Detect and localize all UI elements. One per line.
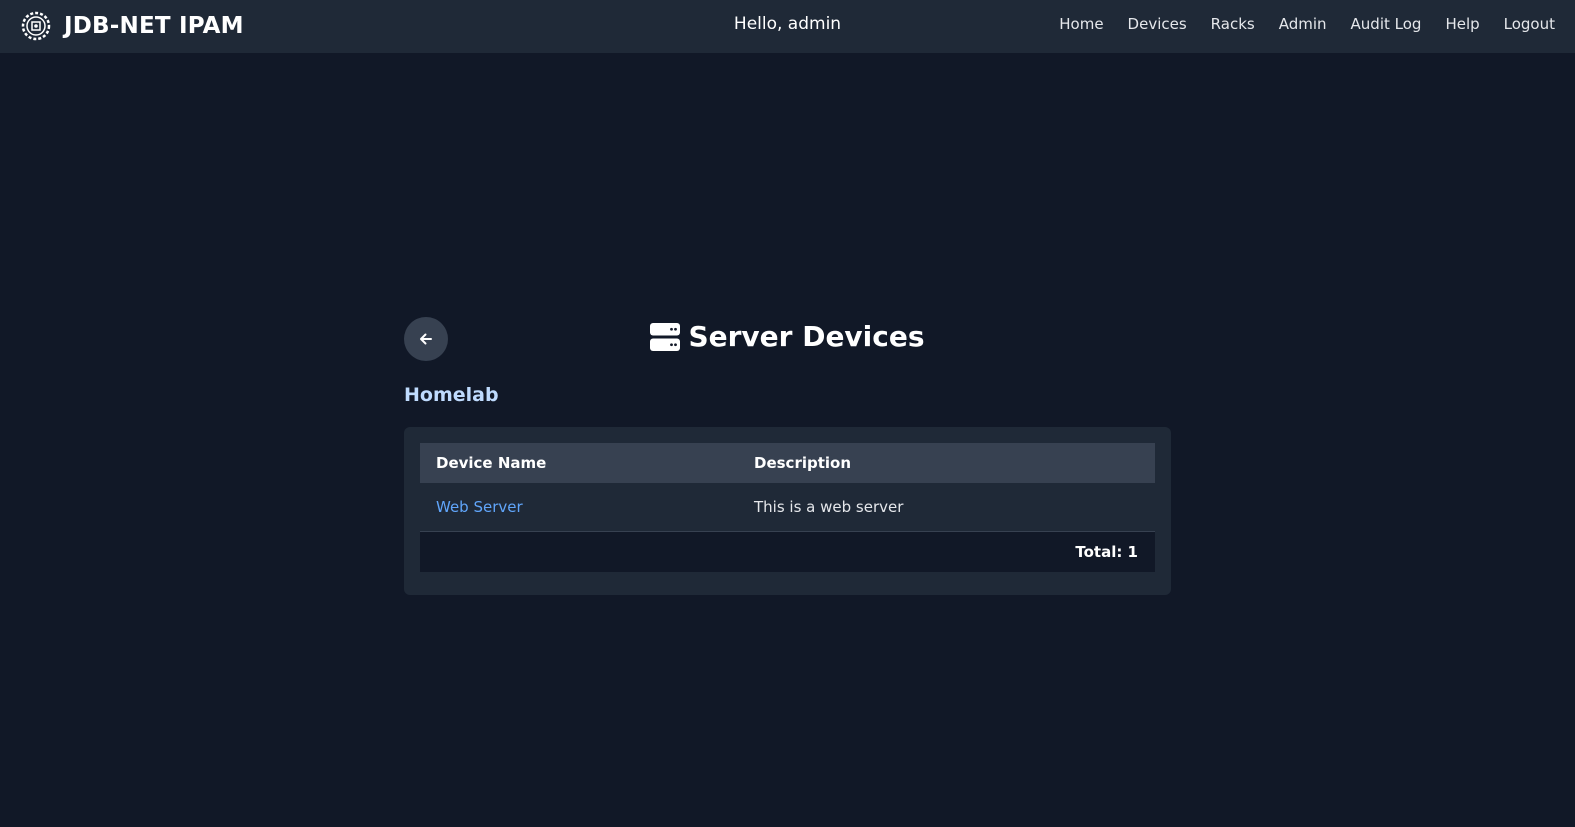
nav-logout-link[interactable]: Logout — [1504, 15, 1555, 33]
server-icon — [650, 322, 681, 351]
page-heading: Server Devices — [404, 320, 1171, 353]
nav-admin-link[interactable]: Admin — [1279, 15, 1327, 33]
nav-racks-link[interactable]: Racks — [1211, 15, 1255, 33]
device-description: This is a web server — [738, 483, 1155, 532]
brand-title: JDB-NET IPAM — [64, 13, 244, 39]
devices-table: Device Name Description Web Server This … — [420, 443, 1155, 572]
devices-card: Device Name Description Web Server This … — [404, 427, 1171, 595]
device-name-cell: Web Server — [420, 483, 738, 532]
page-title: Server Devices — [688, 320, 925, 353]
table-footer-row: Total: 1 — [420, 531, 1155, 572]
group-title: Homelab — [404, 384, 499, 406]
table-header-row: Device Name Description — [420, 443, 1155, 483]
top-navbar: JDB-NET IPAM Hello, admin Home Devices R… — [0, 0, 1575, 53]
nav-links: Home Devices Racks Admin Audit Log Help … — [1059, 15, 1555, 33]
nav-audit-log-link[interactable]: Audit Log — [1351, 15, 1422, 33]
device-link[interactable]: Web Server — [436, 498, 523, 516]
gear-chip-icon — [21, 11, 51, 41]
table-row: Web Server This is a web server — [420, 483, 1155, 532]
nav-help-link[interactable]: Help — [1445, 15, 1479, 33]
nav-devices-link[interactable]: Devices — [1128, 15, 1187, 33]
total-count: Total: 1 — [420, 531, 1155, 572]
nav-home-link[interactable]: Home — [1059, 15, 1103, 33]
column-header-device-name: Device Name — [420, 443, 738, 483]
column-header-description: Description — [738, 443, 1155, 483]
brand[interactable]: JDB-NET IPAM — [20, 9, 244, 43]
